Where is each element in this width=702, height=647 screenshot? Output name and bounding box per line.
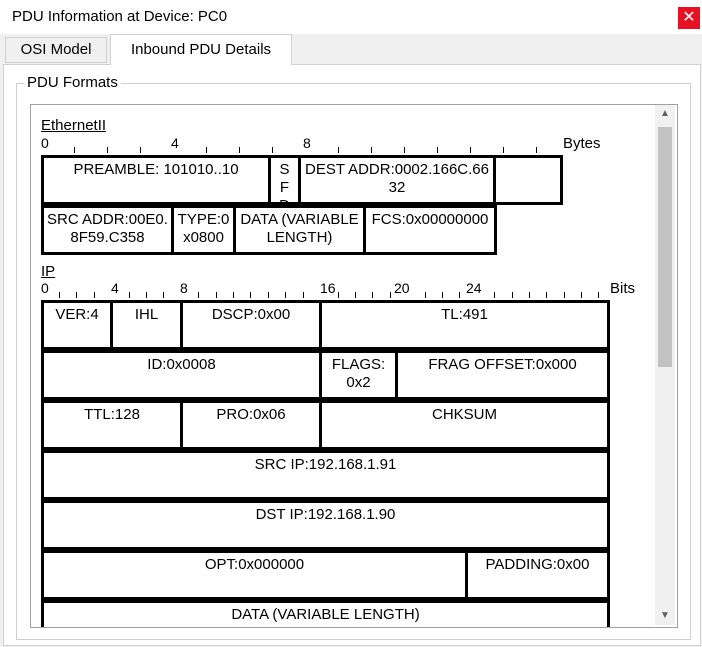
dest-addr-continuation-field (493, 155, 563, 205)
ruler-tick (529, 292, 530, 298)
ruler-tick (285, 292, 286, 298)
protocol-field: PRO:0x06 (180, 400, 322, 450)
ruler-tick (233, 292, 234, 298)
ethernet-data-field: DATA (VARIABLE LENGTH) (233, 205, 366, 255)
ruler-tick (459, 292, 460, 298)
ruler-label: 8 (180, 280, 188, 296)
scroll-down-icon[interactable]: ▼ (655, 607, 675, 625)
ruler-tick (546, 292, 547, 298)
ruler-label: 0 (41, 135, 49, 151)
pdu-scroll-pane[interactable]: EthernetII 0 4 8 Bytes PREAMBLE: 101010.… (30, 104, 678, 628)
scrollbar-thumb[interactable] (658, 127, 672, 367)
ruler-tick (371, 147, 372, 153)
ruler-tick (74, 147, 75, 153)
tab-inbound-pdu-details[interactable]: Inbound PDU Details (110, 34, 292, 65)
ruler-tick (107, 147, 108, 153)
fcs-field: FCS:0x00000000 (363, 205, 497, 255)
pdu-formats-label: PDU Formats (24, 74, 121, 91)
vertical-scrollbar[interactable]: ▲ ▼ (655, 105, 675, 625)
type-field: TYPE:0x0800 (171, 205, 236, 255)
ruler-tick (129, 292, 130, 298)
window-title: PDU Information at Device: PC0 (12, 8, 228, 25)
tl-field: TL:491 (319, 300, 610, 350)
ruler-tick (372, 292, 373, 298)
dst-ip-field: DST IP:192.168.1.90 (41, 500, 610, 550)
ruler-tick (250, 292, 251, 298)
ruler-tick (355, 292, 356, 298)
ruler-tick (76, 292, 77, 298)
ruler-tick (338, 292, 339, 298)
ruler-tick (206, 147, 207, 153)
ruler-label: 24 (466, 280, 482, 296)
title-bar: PDU Information at Device: PC0 ✕ (0, 0, 702, 34)
options-field: OPT:0x000000 (41, 550, 468, 600)
ruler-tick (146, 292, 147, 298)
dscp-field: DSCP:0x00 (180, 300, 322, 350)
ruler-label: 20 (394, 280, 410, 296)
ruler-tick (494, 292, 495, 298)
frag-offset-field: FRAG OFFSET:0x000 (395, 350, 610, 400)
ruler-tick (216, 292, 217, 298)
ruler-label: 16 (320, 280, 336, 296)
ruler-tick (404, 147, 405, 153)
src-addr-field: SRC ADDR:00E0.8F59.C358 (41, 205, 174, 255)
ruler-tick (140, 147, 141, 153)
ruler-tick (268, 292, 269, 298)
ihl-field: IHL (110, 300, 183, 350)
ruler-tick (581, 292, 582, 298)
flags-field: FLAGS:0x2 (319, 350, 398, 400)
ruler-tick (94, 292, 95, 298)
dest-addr-field: DEST ADDR:0002.166C.6632 (298, 155, 496, 205)
ruler-tick (470, 147, 471, 153)
ruler-tick (503, 147, 504, 153)
ver-field: VER:4 (41, 300, 113, 350)
close-icon[interactable]: ✕ (678, 7, 700, 29)
id-field: ID:0x0008 (41, 350, 322, 400)
ruler-tick (564, 292, 565, 298)
ruler-tick (425, 292, 426, 298)
ruler-tick (536, 147, 537, 153)
sfd-field: SFD (268, 155, 301, 205)
ttl-field: TTL:128 (41, 400, 183, 450)
tab-osi-model[interactable]: OSI Model (5, 37, 107, 63)
ip-data-field: DATA (VARIABLE LENGTH) (41, 600, 610, 627)
ruler-unit-bits: Bits (610, 280, 636, 297)
preamble-field: PREAMBLE: 101010..10 (41, 155, 271, 205)
ruler-tick (512, 292, 513, 298)
ruler-tick (598, 292, 599, 298)
ruler-tick (239, 147, 240, 153)
ruler-tick (272, 147, 273, 153)
checksum-field: CHKSUM (319, 400, 610, 450)
ruler-label: 8 (303, 135, 311, 151)
ruler-tick (390, 292, 391, 298)
ruler-tick (442, 292, 443, 298)
ip-bit-ruler: 0 4 8 16 20 24 (41, 280, 607, 298)
ruler-tick (437, 147, 438, 153)
ruler-label: 4 (171, 135, 179, 151)
ruler-tick (338, 147, 339, 153)
ruler-tick (59, 292, 60, 298)
ruler-label: 0 (41, 280, 49, 296)
ruler-tick (303, 292, 304, 298)
ethernet-byte-ruler: 0 4 8 (41, 135, 561, 153)
ruler-tick (163, 292, 164, 298)
scroll-up-icon[interactable]: ▲ (655, 105, 675, 123)
ruler-unit-bytes: Bytes (563, 135, 601, 152)
ip-section-title: IP (41, 263, 56, 280)
src-ip-field: SRC IP:192.168.1.91 (41, 450, 610, 500)
ruler-tick (198, 292, 199, 298)
ethernet-section-title: EthernetII (41, 117, 107, 134)
padding-field: PADDING:0x00 (465, 550, 610, 600)
ruler-label: 4 (111, 280, 119, 296)
